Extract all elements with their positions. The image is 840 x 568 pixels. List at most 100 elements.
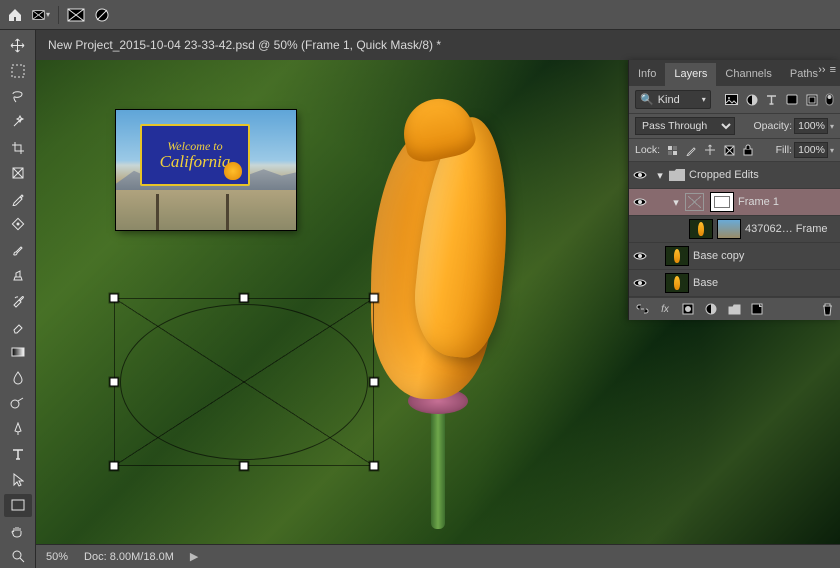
tab-layers[interactable]: Layers (665, 63, 716, 86)
path-select-tool[interactable] (4, 468, 32, 492)
document-tab[interactable]: New Project_2015-10-04 23-33-42.psd @ 50… (36, 32, 453, 58)
ellipse-transform-box[interactable] (114, 298, 374, 466)
disclosure-icon[interactable]: ▾ (655, 169, 665, 182)
transform-handle[interactable] (370, 294, 379, 303)
pen-tool[interactable] (4, 417, 32, 441)
opacity-input[interactable] (794, 118, 828, 134)
lock-row: Lock: Fill: ▾ (629, 139, 840, 162)
new-layer-icon[interactable] (750, 302, 764, 316)
layer-frame-row[interactable]: ▾ Frame 1 (629, 189, 840, 216)
status-menu-caret[interactable]: ▶ (190, 550, 198, 563)
layer-name[interactable]: 437062… Frame (745, 223, 836, 235)
lock-label: Lock: (635, 144, 660, 156)
layer-name[interactable]: Base (693, 277, 836, 289)
lock-frame-icon[interactable] (722, 143, 736, 157)
chevron-down-icon[interactable]: ▾ (830, 122, 834, 131)
fill-label: Fill: (776, 144, 792, 156)
gradient-tool[interactable] (4, 340, 32, 364)
zoom-tool[interactable] (4, 545, 32, 568)
layer-name[interactable]: Cropped Edits (689, 169, 836, 181)
type-tool[interactable] (4, 443, 32, 467)
shape-exclude-icon[interactable] (93, 6, 111, 24)
filter-image-icon[interactable] (724, 92, 739, 107)
layer-smart-row[interactable]: 437062… Frame (629, 216, 840, 243)
opacity-label: Opacity: (753, 120, 792, 132)
brush-tool[interactable] (4, 238, 32, 262)
lock-position-icon[interactable] (684, 143, 698, 157)
visibility-icon[interactable] (629, 197, 651, 207)
layers-panel: Info Layers Channels Paths ›› ≡ 🔍 ▾ Pass… (628, 60, 840, 320)
transform-handle[interactable] (370, 378, 379, 387)
eyedropper-tool[interactable] (4, 187, 32, 211)
patch-tool[interactable] (4, 213, 32, 237)
rectangle-tool[interactable] (4, 494, 32, 518)
magic-wand-tool[interactable] (4, 111, 32, 135)
status-doc-label: Doc: (84, 551, 107, 563)
shape-options-icon[interactable]: ▾ (32, 6, 50, 24)
fx-icon[interactable]: fx (658, 302, 672, 316)
transform-handle[interactable] (110, 462, 119, 471)
panel-menu-icon[interactable]: ≡ (830, 64, 836, 76)
clone-stamp-tool[interactable] (4, 264, 32, 288)
history-brush-tool[interactable] (4, 289, 32, 313)
transform-handle[interactable] (110, 378, 119, 387)
visibility-icon[interactable] (629, 278, 651, 288)
panel-collapse-icon[interactable]: ›› (818, 64, 825, 76)
trash-icon[interactable] (820, 302, 834, 316)
tab-info[interactable]: Info (629, 63, 665, 86)
layer-mask-thumb[interactable] (710, 192, 734, 212)
placed-image-sign[interactable]: Welcome to California (116, 110, 296, 230)
blend-mode-select[interactable]: Pass Through (635, 117, 735, 135)
status-zoom[interactable]: 50% (46, 551, 68, 563)
dodge-tool[interactable] (4, 391, 32, 415)
visibility-icon[interactable] (629, 251, 651, 261)
filter-adjust-icon[interactable] (744, 92, 759, 107)
lock-all-icon[interactable] (741, 143, 755, 157)
status-bar: 50% Doc: 8.00M/18.0M ▶ (36, 544, 840, 568)
group-icon[interactable] (727, 302, 741, 316)
blend-mode-row: Pass Through Opacity: ▾ (629, 114, 840, 139)
transform-handle[interactable] (370, 462, 379, 471)
options-bar: ▾ (0, 0, 840, 30)
filter-type-icon[interactable] (764, 92, 779, 107)
panel-tabs: Info Layers Channels Paths ›› ≡ (629, 60, 840, 86)
fill-input[interactable] (794, 142, 828, 158)
layer-row[interactable]: Base (629, 270, 840, 297)
layer-filter-kind[interactable]: 🔍 ▾ (635, 90, 711, 109)
frame-tool[interactable] (4, 162, 32, 186)
hand-tool[interactable] (4, 519, 32, 543)
transform-handle[interactable] (110, 294, 119, 303)
layer-name[interactable]: Base copy (693, 250, 836, 262)
shape-frame-icon[interactable] (67, 6, 85, 24)
blur-tool[interactable] (4, 366, 32, 390)
adjustment-icon[interactable] (704, 302, 718, 316)
visibility-icon[interactable] (629, 170, 651, 180)
layer-filter-kind-input[interactable] (658, 94, 698, 106)
crop-tool[interactable] (4, 136, 32, 160)
filter-toggle-icon[interactable] (824, 92, 834, 107)
lock-artboard-icon[interactable] (703, 143, 717, 157)
layer-thumb (665, 273, 689, 293)
filter-smart-icon[interactable] (804, 92, 819, 107)
disclosure-icon[interactable]: ▾ (671, 196, 681, 209)
tab-channels[interactable]: Channels (716, 63, 780, 86)
filter-shape-icon[interactable] (784, 92, 799, 107)
chevron-down-icon: ▾ (702, 95, 706, 104)
move-tool[interactable] (4, 34, 32, 58)
layers-panel-footer: fx (629, 297, 840, 320)
marquee-tool[interactable] (4, 60, 32, 84)
home-icon[interactable] (6, 6, 24, 24)
layer-group-row[interactable]: ▾ Cropped Edits (629, 162, 840, 189)
transform-handle[interactable] (240, 462, 249, 471)
eraser-tool[interactable] (4, 315, 32, 339)
flower-subject (353, 99, 523, 499)
mask-icon[interactable] (681, 302, 695, 316)
layer-row[interactable]: Base copy (629, 243, 840, 270)
layer-thumb (689, 219, 713, 239)
transform-handle[interactable] (240, 294, 249, 303)
chevron-down-icon[interactable]: ▾ (830, 146, 834, 155)
layer-name[interactable]: Frame 1 (738, 196, 836, 208)
lasso-tool[interactable] (4, 85, 32, 109)
link-layers-icon[interactable] (635, 302, 649, 316)
lock-pixels-icon[interactable] (665, 143, 679, 157)
